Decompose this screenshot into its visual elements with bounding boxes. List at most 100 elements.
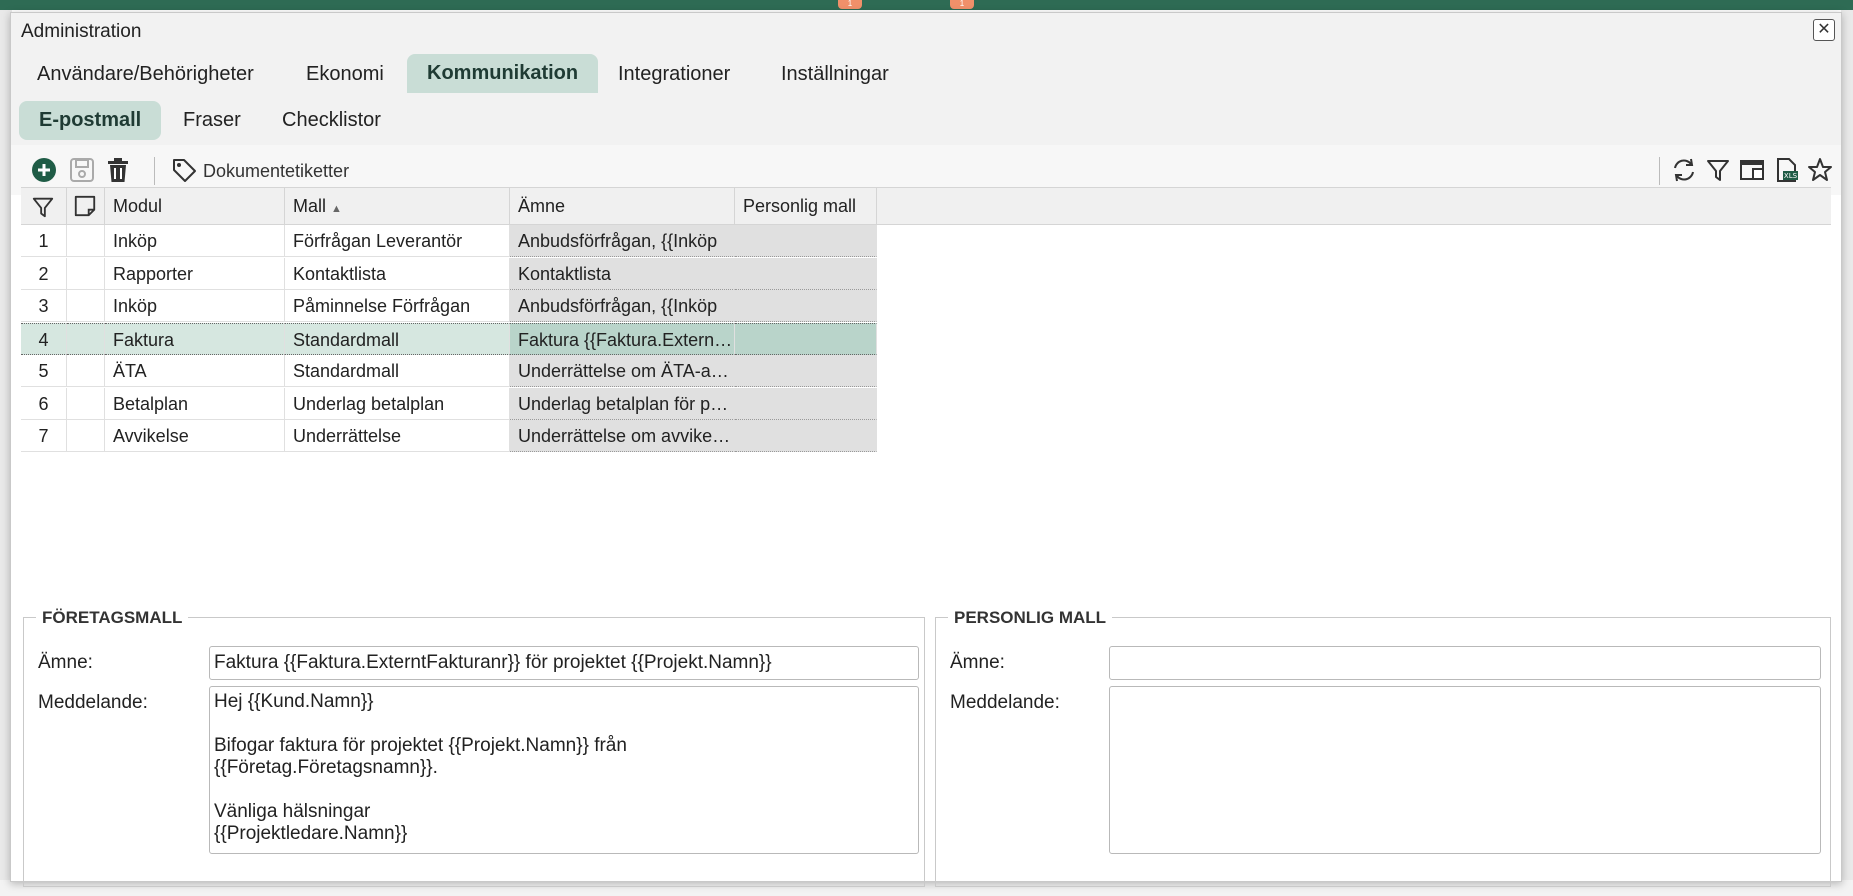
cell-note bbox=[67, 290, 105, 322]
cell-note bbox=[67, 225, 105, 257]
cell-note bbox=[67, 257, 105, 290]
column-header-personal[interactable]: Personlig mall bbox=[735, 188, 877, 224]
cell-num: 5 bbox=[21, 355, 67, 387]
administration-dialog: Administration ✕ Användare/Behörigheter … bbox=[10, 12, 1842, 887]
tab-email-template[interactable]: E-postmall bbox=[19, 101, 162, 140]
cell-template: Kontaktlista bbox=[285, 257, 510, 290]
cell-personal bbox=[735, 387, 877, 420]
column-header-module[interactable]: Modul bbox=[105, 188, 285, 224]
add-icon[interactable] bbox=[31, 157, 57, 183]
cell-subject: Underrättelse om ÄTA-arbete bbox=[510, 355, 735, 387]
cell-num: 4 bbox=[21, 322, 67, 355]
main-tabs: Användare/Behörigheter Ekonomi Kommunika… bbox=[11, 49, 1841, 97]
cell-num: 7 bbox=[21, 420, 67, 452]
tab-settings[interactable]: Inställningar bbox=[781, 63, 889, 86]
cell-subject: Anbudsförfrågan, {{Inköp bbox=[510, 225, 735, 257]
column-header-subject[interactable]: Ämne bbox=[510, 188, 735, 224]
cell-module: Rapporter bbox=[105, 257, 285, 290]
grid-filter-toggle[interactable] bbox=[21, 188, 67, 224]
refresh-icon[interactable] bbox=[1671, 157, 1697, 183]
tab-integrations[interactable]: Integrationer bbox=[618, 63, 730, 86]
cell-personal bbox=[735, 355, 877, 387]
star-icon[interactable] bbox=[1807, 157, 1833, 183]
table-row[interactable]: 4 Faktura Standardmall Faktura {{Faktura.Ex… bbox=[21, 322, 887, 355]
cell-template: Påminnelse Förfrågan bbox=[285, 290, 510, 322]
tab-phrases[interactable]: Fraser bbox=[183, 109, 241, 132]
close-icon: ✕ bbox=[1817, 21, 1831, 38]
filter-icon bbox=[32, 197, 54, 218]
background-app-header bbox=[0, 0, 1853, 10]
cell-module: Faktura bbox=[105, 322, 285, 355]
toolbar-separator bbox=[154, 157, 155, 185]
cell-note bbox=[67, 355, 105, 387]
sort-ascending-icon: ▲ bbox=[331, 203, 342, 215]
toolbar-separator bbox=[1659, 157, 1660, 185]
cell-personal bbox=[735, 225, 877, 257]
sub-tabs: E-postmall Fraser Checklistor bbox=[11, 97, 1841, 145]
cell-personal bbox=[735, 257, 877, 290]
cell-num: 1 bbox=[21, 225, 67, 257]
company-message-textarea[interactable]: Hej {{Kund.Namn}} Bifogar faktura för pr… bbox=[209, 686, 919, 854]
dialog-titlebar: Administration ✕ bbox=[11, 13, 1841, 49]
cell-template: Standardmall bbox=[285, 355, 510, 387]
cell-module: Avvikelse bbox=[105, 420, 285, 452]
cell-personal bbox=[735, 420, 877, 452]
cell-note bbox=[67, 387, 105, 420]
dialog-title: Administration bbox=[21, 21, 142, 42]
cell-template: Förfrågan Leverantör bbox=[285, 225, 510, 257]
company-template-legend: FÖRETAGSMALL bbox=[36, 608, 189, 628]
cell-template: Underlag betalplan bbox=[285, 387, 510, 420]
tab-users-permissions[interactable]: Användare/Behörigheter bbox=[37, 63, 254, 86]
cell-module: Betalplan bbox=[105, 387, 285, 420]
cell-subject: Kontaktlista bbox=[510, 257, 735, 290]
table-row[interactable]: 6 Betalplan Underlag betalplan Underlag bet… bbox=[21, 387, 887, 420]
document-tags-button[interactable]: Dokumentetiketter bbox=[171, 157, 381, 185]
svg-text:XLS: XLS bbox=[1784, 172, 1798, 180]
column-header-template[interactable]: Mall ▲ bbox=[285, 188, 510, 224]
cell-module: Inköp bbox=[105, 225, 285, 257]
tag-icon bbox=[173, 159, 196, 182]
cell-template: Underrättelse bbox=[285, 420, 510, 452]
tab-checklists[interactable]: Checklistor bbox=[282, 109, 381, 132]
cell-num: 6 bbox=[21, 387, 67, 420]
notification-badge: 1 bbox=[838, 0, 862, 9]
tab-economy[interactable]: Ekonomi bbox=[306, 63, 384, 86]
cell-personal bbox=[735, 322, 877, 355]
cell-subject: Underrättelse om avvikelse bbox=[510, 420, 735, 452]
company-subject-label: Ämne: bbox=[38, 652, 93, 673]
cell-subject: Faktura {{Faktura.ExterntFakturanr bbox=[510, 322, 735, 355]
trash-icon[interactable] bbox=[105, 157, 131, 183]
notification-badge: 1 bbox=[950, 0, 974, 9]
column-header-template-label: Mall bbox=[293, 196, 327, 216]
company-template-panel: FÖRETAGSMALL Ämne: Faktura {{Faktura.Ext… bbox=[23, 608, 925, 887]
document-tags-label: Dokumentetiketter bbox=[203, 161, 350, 181]
cell-note bbox=[67, 322, 105, 355]
personal-template-panel: PERSONLIG MALL Ämne: Meddelande: bbox=[935, 608, 1831, 887]
cell-template: Standardmall bbox=[285, 322, 510, 355]
personal-message-label: Meddelande: bbox=[950, 692, 1060, 713]
personal-subject-input[interactable] bbox=[1109, 646, 1821, 680]
tab-communication[interactable]: Kommunikation bbox=[407, 54, 599, 93]
table-row[interactable]: 3 Inköp Påminnelse Förfrågan Anbudsförfråga… bbox=[21, 290, 887, 322]
cell-module: ÄTA bbox=[105, 355, 285, 387]
cell-note bbox=[67, 420, 105, 452]
export-excel-icon[interactable]: XLS bbox=[1773, 157, 1799, 183]
table-row[interactable]: 2 Rapporter Kontaktlista Kontaktlista bbox=[21, 257, 887, 290]
personal-template-legend: PERSONLIG MALL bbox=[948, 608, 1113, 628]
note-icon bbox=[74, 195, 96, 217]
table-row[interactable]: 1 Inköp Förfrågan Leverantör Anbudsförfråga… bbox=[21, 225, 887, 257]
personal-subject-label: Ämne: bbox=[950, 652, 1005, 673]
column-layout-icon[interactable] bbox=[1739, 157, 1765, 183]
personal-message-textarea[interactable] bbox=[1109, 686, 1821, 854]
table-row[interactable]: 5 ÄTA Standardmall Underrättelse om ÄTA-arb… bbox=[21, 355, 887, 387]
cell-num: 2 bbox=[21, 257, 67, 290]
email-template-grid: Modul Mall ▲ Ämne Personlig mall 1 Inköp F… bbox=[21, 187, 1831, 605]
background-right-panel bbox=[1841, 10, 1853, 896]
filter-icon[interactable] bbox=[1705, 157, 1731, 183]
cell-personal bbox=[735, 290, 877, 322]
grid-notes-column[interactable] bbox=[67, 188, 105, 224]
save-icon[interactable] bbox=[69, 157, 95, 183]
table-row[interactable]: 7 Avvikelse Underrättelse Underrättelse om … bbox=[21, 420, 887, 452]
company-subject-input[interactable]: Faktura {{Faktura.ExterntFakturanr}} för… bbox=[209, 646, 919, 680]
close-button[interactable]: ✕ bbox=[1813, 19, 1835, 41]
